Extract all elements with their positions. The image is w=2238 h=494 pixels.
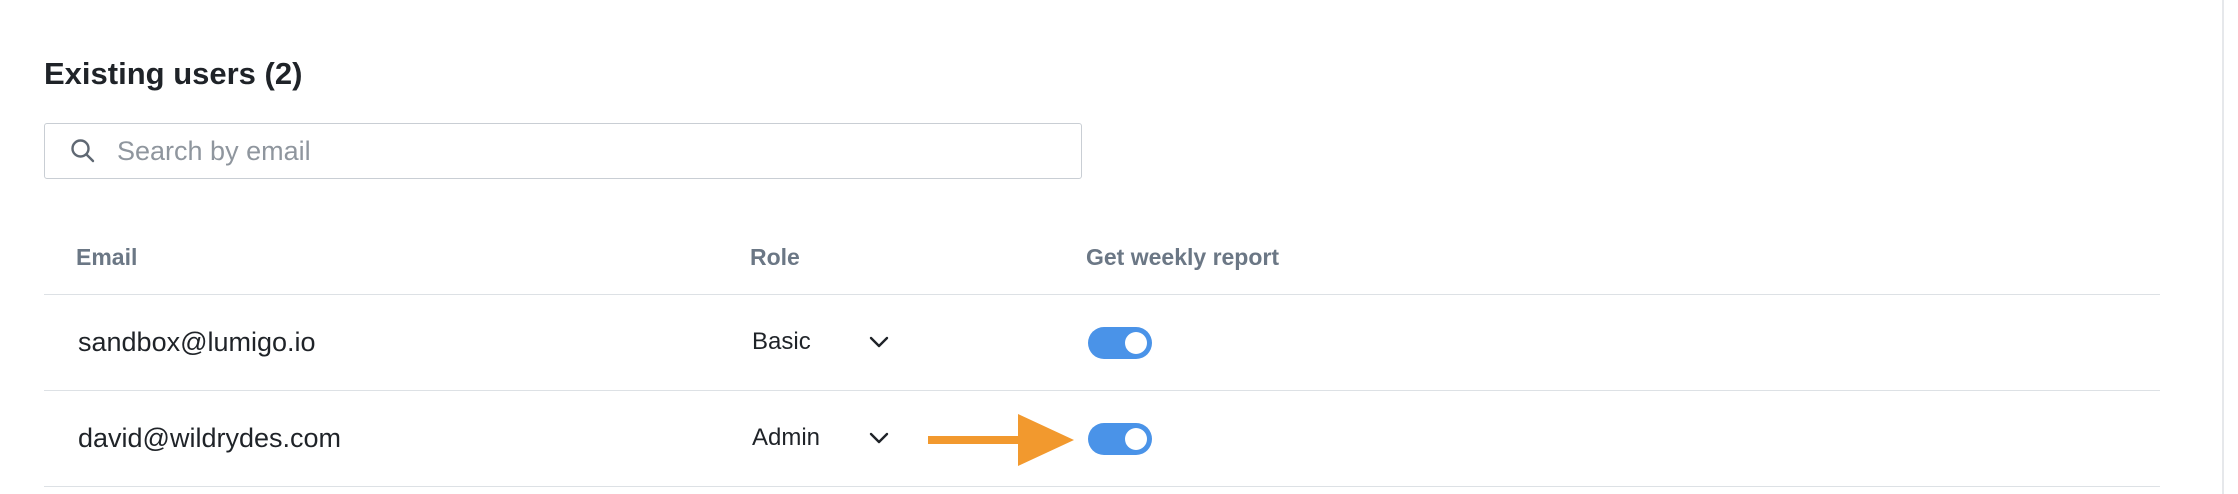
weekly-report-toggle[interactable] bbox=[1088, 423, 1152, 455]
table-row: sandbox@lumigo.io Basic bbox=[44, 295, 2160, 391]
column-header-role[interactable]: Role bbox=[750, 242, 800, 272]
column-header-email[interactable]: Email bbox=[76, 242, 137, 272]
table-row: david@wildrydes.com Admin bbox=[44, 391, 2160, 487]
role-value: Basic bbox=[752, 328, 811, 355]
user-email: sandbox@lumigo.io bbox=[78, 327, 316, 357]
role-select[interactable]: Basic bbox=[750, 317, 910, 367]
chevron-down-icon bbox=[869, 336, 889, 348]
toggle-knob bbox=[1125, 428, 1147, 450]
user-email: david@wildrydes.com bbox=[78, 423, 341, 453]
column-header-weekly-report[interactable]: Get weekly report bbox=[1086, 242, 1279, 272]
users-page: Existing users (2) Email Role Get weekly… bbox=[0, 0, 2238, 494]
annotation-arrow-icon bbox=[928, 414, 1074, 466]
role-select[interactable]: Admin bbox=[750, 413, 910, 463]
role-value: Admin bbox=[752, 424, 821, 451]
search-input[interactable] bbox=[115, 132, 1057, 170]
panel-divider bbox=[2222, 0, 2224, 494]
section-title: Existing users (2) bbox=[44, 56, 303, 91]
chevron-down-icon bbox=[869, 432, 889, 444]
toggle-knob bbox=[1125, 332, 1147, 354]
weekly-report-toggle[interactable] bbox=[1088, 327, 1152, 359]
search-box[interactable] bbox=[44, 123, 1082, 179]
table-header: Email Role Get weekly report bbox=[44, 228, 2160, 295]
search-icon bbox=[71, 139, 95, 163]
